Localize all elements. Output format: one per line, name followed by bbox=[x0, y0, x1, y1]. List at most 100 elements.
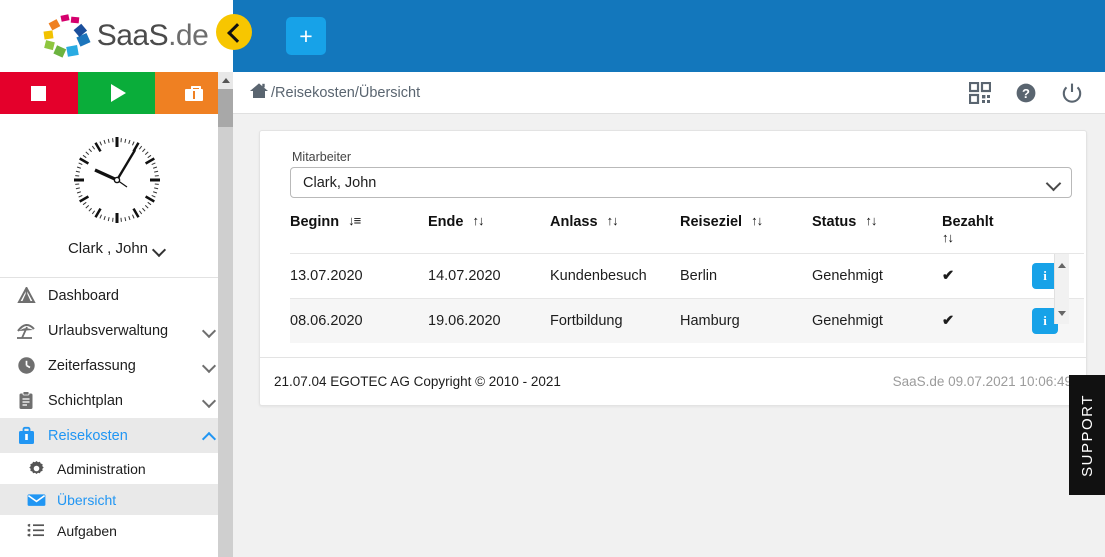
home-icon[interactable] bbox=[249, 82, 269, 104]
column-header-ende[interactable]: Ende ↑↓ bbox=[428, 214, 550, 254]
sidebar-item-schichtplan[interactable]: Schichtplan bbox=[0, 383, 233, 418]
column-header-reiseziel[interactable]: Reiseziel ↑↓ bbox=[680, 214, 812, 254]
sidebar-item-urlaubsverwaltung[interactable]: Urlaubsverwaltung bbox=[0, 313, 233, 348]
user-menu[interactable]: Clark , John bbox=[68, 240, 165, 257]
logo-tld: .de bbox=[168, 19, 209, 52]
column-header-anlass[interactable]: Anlass ↑↓ bbox=[550, 214, 680, 254]
column-label: Beginn bbox=[290, 214, 340, 230]
stop-button[interactable] bbox=[0, 72, 78, 114]
cell-beginn: 13.07.2020 bbox=[290, 253, 428, 299]
column-header-bezahlt[interactable]: Bezahlt ↑↓ bbox=[942, 214, 1032, 254]
copyright-text: 21.07.04 EGOTEC AG Copyright © 2010 - 20… bbox=[274, 374, 561, 389]
caret-up-icon bbox=[1058, 262, 1066, 268]
sidebar-item-label: Zeiterfassung bbox=[48, 357, 136, 374]
cell-reiseziel: Berlin bbox=[680, 253, 812, 299]
sort-desc-icon[interactable]: ↓≡ bbox=[348, 214, 361, 227]
sidebar-menu: Dashboard Urlaubsverwaltung Zeiterfassun… bbox=[0, 278, 233, 546]
cell-bezahlt: ✔ bbox=[942, 298, 1032, 343]
table-header-row: Beginn ↓≡ Ende ↑↓ Anlass ↑↓ Reiseziel ↑↓ Sta… bbox=[290, 214, 1084, 254]
column-header-actions bbox=[1032, 214, 1084, 254]
support-label: SUPPORT bbox=[1078, 393, 1096, 477]
chevron-down-icon[interactable] bbox=[201, 393, 219, 408]
travel-expense-card: Mitarbeiter Clark, John Beginn ↓≡ Ende ↑… bbox=[259, 130, 1087, 406]
scroll-down-button[interactable] bbox=[1055, 302, 1069, 324]
clipboard-icon bbox=[16, 391, 36, 411]
sidebar-scrollbar[interactable] bbox=[218, 72, 233, 557]
sidebar-item-label: Aufgaben bbox=[57, 522, 117, 539]
qr-code-icon[interactable] bbox=[969, 81, 991, 104]
travel-table-wrapper: Beginn ↓≡ Ende ↑↓ Anlass ↑↓ Reiseziel ↑↓ Sta… bbox=[276, 214, 1084, 343]
main-area: + /Reisekosten/Übersicht ? Mitarbeiter C… bbox=[216, 0, 1105, 557]
employee-select[interactable]: Clark, John bbox=[290, 167, 1072, 198]
sidebar-item-uebersicht[interactable]: Übersicht bbox=[0, 484, 233, 515]
travel-expense-table: Beginn ↓≡ Ende ↑↓ Anlass ↑↓ Reiseziel ↑↓ Sta… bbox=[290, 214, 1084, 343]
app-logo[interactable]: SaaS.de bbox=[0, 0, 233, 72]
logo-text: SaaS.de bbox=[97, 19, 209, 53]
add-button[interactable]: + bbox=[286, 17, 326, 55]
clock-icon bbox=[16, 356, 36, 376]
clock-area: Clark , John bbox=[0, 114, 233, 257]
caret-up-icon bbox=[221, 78, 230, 83]
app-root: SaaS.de Clark , John Dashboard Urlaubsve… bbox=[0, 0, 1105, 557]
chevron-down-icon[interactable] bbox=[201, 323, 219, 338]
cell-anlass: Fortbildung bbox=[550, 298, 680, 343]
column-label: Ende bbox=[428, 214, 464, 230]
column-label: Status bbox=[812, 214, 857, 230]
analog-clock bbox=[69, 132, 165, 228]
envelope-icon bbox=[26, 490, 46, 510]
sidebar-item-label: Administration bbox=[57, 460, 146, 477]
table-scrollbar[interactable] bbox=[1054, 254, 1069, 324]
employee-select-value: Clark, John bbox=[303, 174, 377, 191]
sidebar-item-aufgaben[interactable]: Aufgaben bbox=[0, 515, 233, 546]
gear-icon bbox=[26, 459, 46, 479]
cell-anlass: Kundenbesuch bbox=[550, 253, 680, 299]
cell-ende: 19.06.2020 bbox=[428, 298, 550, 343]
breadcrumb: /Reisekosten/Übersicht ? bbox=[233, 72, 1105, 114]
sidebar-item-administration[interactable]: Administration bbox=[0, 453, 233, 484]
power-icon[interactable] bbox=[1061, 82, 1083, 104]
chevron-down-icon bbox=[154, 245, 165, 252]
scroll-up-button[interactable] bbox=[218, 72, 233, 89]
sidebar-item-label: Schichtplan bbox=[48, 392, 123, 409]
svg-text:?: ? bbox=[1022, 86, 1030, 101]
sidebar-item-label: Urlaubsverwaltung bbox=[48, 322, 169, 339]
play-button[interactable] bbox=[77, 72, 156, 114]
sort-none-icon[interactable]: ↑↓ bbox=[472, 214, 484, 227]
help-icon[interactable]: ? bbox=[1015, 82, 1037, 104]
task-list-icon bbox=[26, 521, 46, 541]
column-label: Bezahlt bbox=[942, 214, 994, 230]
sidebar-item-dashboard[interactable]: Dashboard bbox=[0, 278, 233, 313]
sort-none-icon[interactable]: ↑↓ bbox=[751, 214, 763, 227]
column-header-beginn[interactable]: Beginn ↓≡ bbox=[290, 214, 428, 254]
sidebar-item-label: Übersicht bbox=[57, 491, 117, 508]
sidebar-item-label: Reisekosten bbox=[48, 427, 128, 444]
sort-none-icon[interactable]: ↑↓ bbox=[865, 214, 877, 227]
back-button[interactable] bbox=[216, 14, 252, 50]
cell-reiseziel: Hamburg bbox=[680, 298, 812, 343]
dashboard-icon bbox=[16, 286, 36, 306]
column-label: Anlass bbox=[550, 214, 598, 230]
table-row[interactable]: 13.07.2020 14.07.2020 Kundenbesuch Berli… bbox=[290, 253, 1084, 299]
sidebar: SaaS.de Clark , John Dashboard Urlaubsve… bbox=[0, 0, 233, 557]
chevron-up-icon[interactable] bbox=[201, 431, 219, 446]
breadcrumb-path: /Reisekosten/Übersicht bbox=[271, 84, 421, 101]
table-row[interactable]: 08.06.2020 19.06.2020 Fortbildung Hambur… bbox=[290, 298, 1084, 343]
content-area: Mitarbeiter Clark, John Beginn ↓≡ Ende ↑… bbox=[233, 114, 1105, 406]
sidebar-item-reisekosten[interactable]: Reisekosten bbox=[0, 418, 233, 453]
cell-status: Genehmigt bbox=[812, 253, 942, 299]
cell-bezahlt: ✔ bbox=[942, 253, 1032, 299]
scroll-up-button[interactable] bbox=[1055, 254, 1069, 276]
caret-down-icon bbox=[1058, 310, 1066, 316]
beach-umbrella-icon bbox=[16, 321, 36, 341]
support-tab[interactable]: SUPPORT bbox=[1069, 375, 1105, 495]
cell-status: Genehmigt bbox=[812, 298, 942, 343]
logo-mark-icon bbox=[37, 13, 93, 59]
top-bar: + bbox=[216, 0, 1105, 72]
scrollbar-thumb[interactable] bbox=[218, 89, 233, 127]
sort-none-icon[interactable]: ↑↓ bbox=[607, 214, 619, 227]
sidebar-item-zeiterfassung[interactable]: Zeiterfassung bbox=[0, 348, 233, 383]
sort-none-icon[interactable]: ↑↓ bbox=[942, 231, 954, 244]
briefcase-icon bbox=[185, 85, 204, 101]
chevron-down-icon[interactable] bbox=[201, 358, 219, 373]
column-header-status[interactable]: Status ↑↓ bbox=[812, 214, 942, 254]
